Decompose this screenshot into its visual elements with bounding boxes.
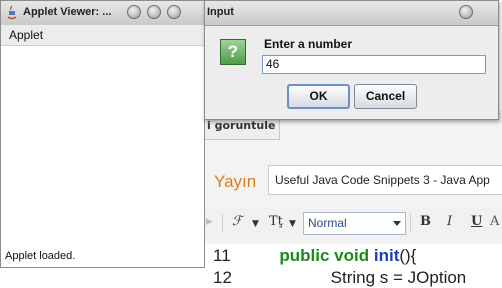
font-size-icon[interactable]: Tţ [269, 214, 283, 229]
java-icon [7, 5, 17, 20]
strikethrough-icon[interactable]: A [490, 214, 499, 229]
cancel-button[interactable]: Cancel [354, 84, 417, 109]
number-input[interactable]: 46 [262, 55, 486, 74]
applet-titlebar[interactable]: Applet Viewer: ... [1, 1, 204, 26]
question-icon: ? [220, 39, 246, 65]
code-keyword: public void [279, 246, 370, 265]
code-line-12: 12 String s = JOption [213, 268, 466, 288]
minimize-button[interactable] [127, 5, 141, 19]
toolbar-divider [410, 214, 411, 232]
window-title: Applet Viewer: ... [23, 6, 112, 18]
font-family-icon[interactable]: ℱ [232, 214, 242, 229]
bold-button[interactable]: B [420, 214, 431, 229]
dialog-titlebar[interactable]: Input [205, 1, 498, 26]
close-button[interactable] [459, 5, 473, 19]
toolbar-divider [222, 214, 223, 232]
format-select[interactable]: Normal [303, 212, 406, 235]
dialog-title: Input [207, 6, 234, 18]
menubar: Applet [1, 25, 204, 46]
ok-button[interactable]: OK [287, 84, 350, 109]
publish-label[interactable]: Yayın [214, 172, 256, 192]
italic-button[interactable]: I [447, 214, 452, 229]
applet-viewer-window: Applet Viewer: ... Applet Applet loaded. [0, 0, 205, 268]
code-line-11: 11 public void init(){ [213, 246, 416, 266]
menu-applet[interactable]: Applet [9, 28, 43, 42]
post-title-input[interactable]: Useful Java Code Snippets 3 - Java App [268, 165, 502, 195]
maximize-button[interactable] [147, 5, 161, 19]
close-button[interactable] [167, 5, 181, 19]
code-text: String s = JOption [330, 268, 467, 287]
line-number: 12 [213, 268, 232, 287]
chevron-down-icon: ▼ [289, 219, 296, 229]
code-method: init [373, 246, 400, 265]
status-text: Applet loaded. [5, 250, 76, 262]
code-text: (){ [399, 246, 417, 265]
line-number: 11 [213, 246, 231, 265]
undo-icon[interactable]: ▸ [206, 214, 213, 229]
underline-button[interactable]: U [471, 214, 482, 229]
chevron-down-icon: ▼ [252, 219, 259, 229]
prompt-label: Enter a number [264, 37, 353, 51]
input-dialog: Input ? Enter a number 46 OK Cancel [204, 0, 499, 120]
format-select-value: Normal [308, 216, 347, 230]
chevron-down-icon [393, 221, 401, 226]
